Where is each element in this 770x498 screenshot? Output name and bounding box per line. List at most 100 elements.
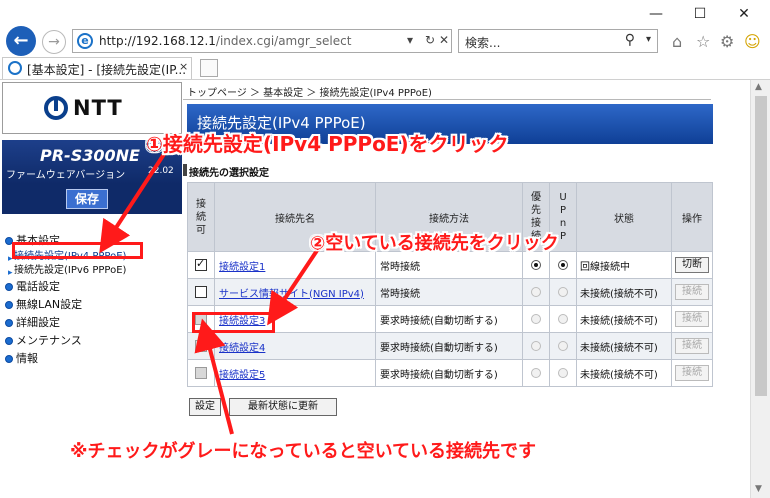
window-titlebar: — ☐ ✕ bbox=[0, 0, 770, 28]
scroll-down-icon[interactable]: ▼ bbox=[755, 484, 762, 494]
minimize-button[interactable]: — bbox=[634, 2, 678, 26]
save-area: 保存 bbox=[2, 184, 182, 214]
enable-checkbox[interactable] bbox=[195, 286, 207, 298]
upnp-cell bbox=[550, 306, 576, 332]
enable-cell bbox=[188, 333, 214, 359]
upnp-radio[interactable] bbox=[558, 340, 568, 351]
connect-button[interactable]: 接続 bbox=[675, 284, 709, 300]
upnp-radio[interactable] bbox=[558, 367, 568, 378]
url-text[interactable]: http://192.168.12.1/index.cgi/amgr_selec… bbox=[99, 34, 351, 48]
back-arrow-icon[interactable]: ← bbox=[6, 26, 36, 56]
search-dropdown-icon[interactable]: ▾ bbox=[646, 34, 651, 45]
sidebar-item-label: 接続先設定(IPv6 PPPoE) bbox=[14, 265, 127, 276]
priority-radio[interactable] bbox=[531, 313, 541, 324]
enable-checkbox[interactable] bbox=[195, 340, 207, 352]
highlight-ipv4-menu bbox=[12, 242, 143, 259]
enable-cell bbox=[188, 279, 214, 305]
address-bar-row: ← → e http://192.168.12.1/index.cgi/amgr… bbox=[0, 26, 770, 56]
sidebar-item-ipv6-pppoe[interactable]: ▸ 接続先設定(IPv6 PPPoE) bbox=[4, 264, 180, 278]
op-cell: 接続 bbox=[672, 360, 712, 386]
tab-ie-icon bbox=[8, 61, 22, 75]
gear-icon[interactable]: ⚙ bbox=[720, 32, 734, 51]
vertical-scrollbar[interactable]: ▲ ▼ bbox=[750, 80, 770, 498]
method-cell: 常時接続 bbox=[376, 279, 522, 305]
search-box[interactable]: 検索... ⚲ ▾ bbox=[458, 29, 658, 53]
refresh-status-button[interactable]: 最新状態に更新 bbox=[229, 398, 337, 416]
connection-link[interactable]: サービス情報サイト(NGN IPv4) bbox=[219, 289, 364, 300]
address-bar[interactable]: e http://192.168.12.1/index.cgi/amgr_sel… bbox=[72, 29, 452, 53]
tab-title: [基本設定] - [接続先設定(IP... bbox=[27, 63, 187, 77]
menu-bullet-icon bbox=[5, 355, 13, 363]
enable-cell bbox=[188, 252, 214, 278]
tab-row: [基本設定] - [接続先設定(IP... × bbox=[0, 56, 770, 80]
connection-link[interactable]: 接続設定4 bbox=[219, 343, 265, 354]
firmware-version: 22.02 bbox=[148, 166, 174, 176]
tab-close-icon[interactable]: × bbox=[179, 60, 188, 73]
menu-bullet-icon bbox=[5, 319, 13, 327]
new-tab-button[interactable] bbox=[200, 59, 218, 77]
connection-table: 接続可 接続先名 接続方法 優先接続 UPnP 状態 操作 接続設定1 常時接続… bbox=[187, 182, 713, 387]
stop-icon[interactable]: ✕ bbox=[439, 33, 449, 47]
upnp-radio[interactable] bbox=[558, 259, 568, 270]
url-host: http://192.168.12.1 bbox=[99, 34, 216, 48]
connect-button[interactable]: 接続 bbox=[675, 338, 709, 354]
upnp-radio[interactable] bbox=[558, 286, 568, 297]
upnp-cell bbox=[550, 333, 576, 359]
connect-button[interactable]: 接続 bbox=[675, 365, 709, 381]
op-cell: 接続 bbox=[672, 279, 712, 305]
status-cell: 未接続(接続不可) bbox=[577, 333, 671, 359]
sidebar-item-info[interactable]: 情報 bbox=[4, 350, 180, 368]
priority-radio[interactable] bbox=[531, 286, 541, 297]
sidebar-item-maintenance[interactable]: メンテナンス bbox=[4, 332, 180, 350]
forward-arrow-icon[interactable]: → bbox=[42, 30, 66, 54]
status-cell: 回線接続中 bbox=[577, 252, 671, 278]
url-dropdown-icon[interactable]: ▾ bbox=[407, 33, 413, 47]
search-icon[interactable]: ⚲ bbox=[625, 32, 635, 48]
search-placeholder: 検索... bbox=[465, 36, 501, 50]
name-cell: 接続設定1 bbox=[215, 252, 375, 278]
priority-radio[interactable] bbox=[531, 340, 541, 351]
status-cell: 未接続(接続不可) bbox=[577, 279, 671, 305]
breadcrumb-divider bbox=[183, 99, 711, 100]
sidebar-item-detail[interactable]: 詳細設定 bbox=[4, 314, 180, 332]
priority-radio[interactable] bbox=[531, 367, 541, 378]
col-status: 状態 bbox=[577, 183, 671, 251]
home-icon[interactable]: ⌂ bbox=[672, 32, 682, 51]
enable-cell bbox=[188, 360, 214, 386]
menu-bullet-icon bbox=[5, 301, 13, 309]
favorites-star-icon[interactable]: ☆ bbox=[696, 32, 710, 51]
set-button[interactable]: 設定 bbox=[189, 398, 221, 416]
priority-radio[interactable] bbox=[531, 259, 541, 270]
connection-link[interactable]: 接続設定1 bbox=[219, 262, 265, 273]
header-label: 接続可 bbox=[196, 198, 206, 236]
scroll-up-icon[interactable]: ▲ bbox=[755, 82, 762, 92]
firmware-label: ファームウェアバージョン bbox=[6, 170, 126, 181]
annotation-note: ※チェックがグレーになっていると空いている接続先です bbox=[70, 441, 537, 462]
sidebar-item-label: メンテナンス bbox=[16, 334, 82, 347]
upnp-cell bbox=[550, 252, 576, 278]
priority-cell bbox=[523, 306, 549, 332]
op-cell: 接続 bbox=[672, 306, 712, 332]
enable-checkbox[interactable] bbox=[195, 367, 207, 379]
sidebar-item-wlan[interactable]: 無線LAN設定 bbox=[4, 296, 180, 314]
status-cell: 未接続(接続不可) bbox=[577, 360, 671, 386]
section-marker bbox=[183, 164, 187, 176]
connect-button[interactable]: 接続 bbox=[675, 311, 709, 327]
priority-cell bbox=[523, 279, 549, 305]
enable-checkbox[interactable] bbox=[195, 257, 207, 271]
status-cell: 未接続(接続不可) bbox=[577, 306, 671, 332]
sidebar-item-phone[interactable]: 電話設定 bbox=[4, 278, 180, 296]
smiley-feedback-icon[interactable]: ☺ bbox=[744, 32, 761, 51]
col-op: 操作 bbox=[672, 183, 712, 251]
maximize-button[interactable]: ☐ bbox=[678, 2, 722, 26]
sidebar-item-label: 詳細設定 bbox=[16, 316, 60, 329]
browser-tab[interactable]: [基本設定] - [接続先設定(IP... × bbox=[2, 57, 192, 79]
refresh-icon[interactable]: ↻ bbox=[425, 33, 435, 47]
save-button[interactable]: 保存 bbox=[66, 189, 108, 209]
upnp-radio[interactable] bbox=[558, 313, 568, 324]
table-row: 接続設定5 要求時接続(自動切断する) 未接続(接続不可) 接続 bbox=[188, 360, 712, 386]
connection-link[interactable]: 接続設定5 bbox=[219, 370, 265, 381]
disconnect-button[interactable]: 切断 bbox=[675, 257, 709, 273]
close-window-button[interactable]: ✕ bbox=[722, 2, 766, 26]
scroll-thumb[interactable] bbox=[755, 96, 767, 396]
